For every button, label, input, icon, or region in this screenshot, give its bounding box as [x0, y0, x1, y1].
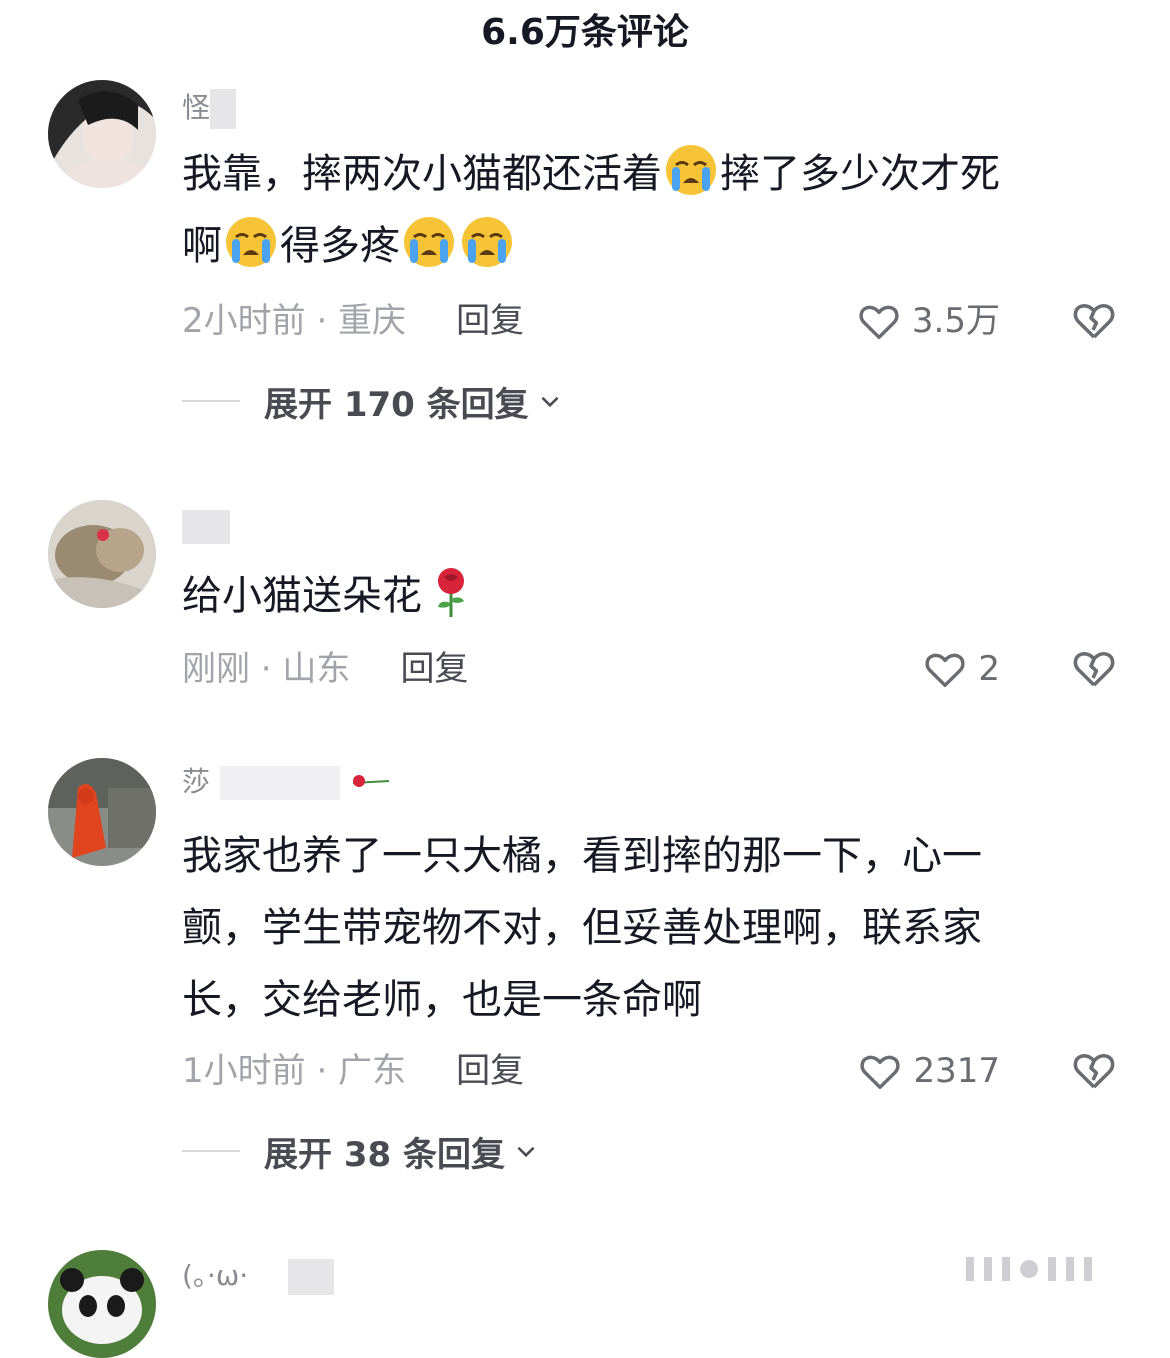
username[interactable]: 莎 [182, 762, 393, 802]
broken-heart-icon[interactable] [1070, 1046, 1118, 1094]
reply-button[interactable]: 回复 [400, 649, 468, 689]
like-count: 2317 [913, 1051, 1000, 1091]
rose-emoji [352, 775, 389, 787]
username[interactable] [182, 506, 230, 546]
avatar-image [48, 1250, 156, 1358]
chevron-down-icon [541, 396, 559, 408]
avatar[interactable] [48, 80, 156, 188]
comments-count-title: 6.6万条评论 [481, 12, 689, 53]
reply-button[interactable]: 回复 [456, 301, 524, 341]
heart-outline-icon [925, 653, 965, 688]
loudly-crying-face-emoji [462, 217, 512, 267]
comment-meta: 1小时前 · 广东 回复 [182, 1046, 524, 1096]
avatar[interactable] [48, 758, 156, 866]
like-count: 3.5万 [911, 301, 1000, 341]
divider-line [182, 1150, 240, 1152]
comment-text: 我家也养了一只大橘，看到摔的那一下，心一 颤，学生带宠物不对，但妥善处理啊，联系… [182, 833, 982, 1023]
redacted-block [182, 510, 230, 544]
loudly-crying-face-emoji [404, 217, 454, 267]
timestamp-location: 刚刚 · 山东 [182, 649, 351, 689]
heart-outline-icon [860, 1055, 901, 1090]
watermark [966, 1256, 1146, 1282]
comment-meta: 刚刚 · 山东 回复 [182, 644, 468, 694]
avatar-image [48, 80, 156, 188]
comment-text: 给小猫送朵花 [182, 560, 1092, 632]
divider-line [182, 400, 240, 402]
timestamp-location: 1小时前 · 广东 [182, 1051, 407, 1091]
avatar[interactable] [48, 1250, 156, 1358]
broken-heart-icon[interactable] [1070, 296, 1118, 344]
chevron-down-icon [517, 1146, 535, 1158]
avatar-image [48, 758, 156, 866]
loudly-crying-face-emoji [666, 145, 716, 195]
username[interactable]: (。·ω· [182, 1256, 335, 1296]
comment-text: 我靠，摔两次小猫都还活着 摔了多少次才死 啊得多疼 [182, 138, 1092, 282]
like-button[interactable]: 2 [922, 644, 1000, 694]
expand-replies-button[interactable]: 展开 38 条回复 [182, 1126, 539, 1176]
like-count: 2 [978, 649, 1000, 689]
redacted-block [220, 766, 341, 800]
rose-emoji [438, 568, 464, 617]
like-button[interactable]: 2317 [857, 1046, 1000, 1096]
heart-outline-icon [859, 305, 899, 340]
redacted-block [210, 89, 237, 129]
expand-replies-button[interactable]: 展开 170 条回复 [182, 376, 563, 426]
avatar[interactable] [48, 500, 156, 608]
like-button[interactable]: 3.5万 [856, 296, 1000, 346]
comment-meta: 2小时前 · 重庆 回复 [182, 296, 524, 346]
timestamp-location: 2小时前 · 重庆 [182, 301, 407, 341]
loudly-crying-face-emoji [226, 217, 276, 267]
redacted-block [288, 1259, 335, 1295]
avatar-image [48, 500, 156, 608]
reply-button[interactable]: 回复 [456, 1051, 524, 1091]
broken-heart-icon[interactable] [1070, 644, 1118, 692]
username[interactable]: 怪 [182, 88, 237, 129]
